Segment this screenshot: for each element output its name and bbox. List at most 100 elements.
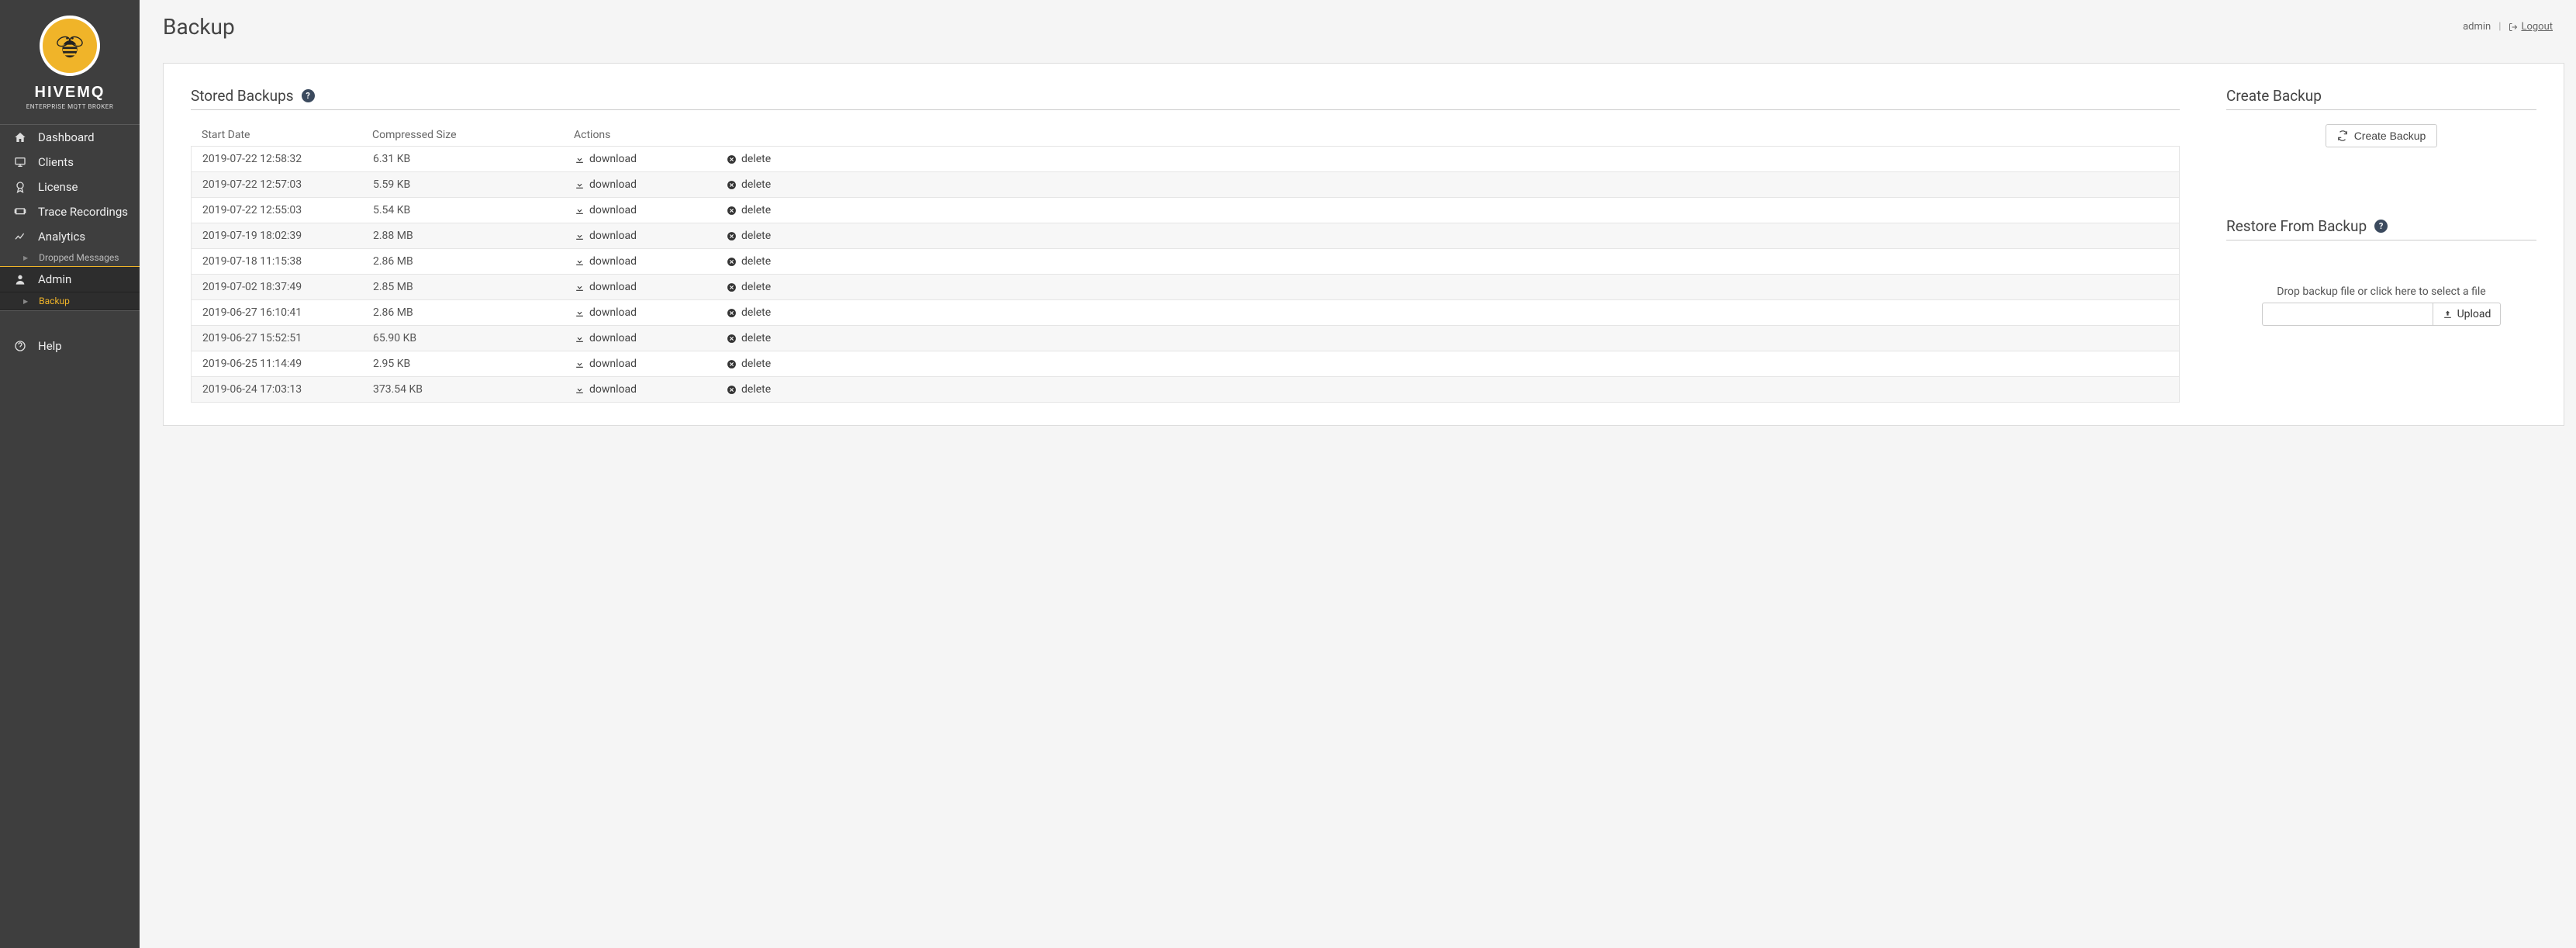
download-action[interactable]: download [575, 230, 727, 242]
table-row: 2019-06-24 17:03:13373.54 KBdownloaddele… [191, 376, 2180, 403]
delete-action[interactable]: delete [727, 383, 771, 396]
delete-icon [727, 282, 737, 292]
delete-icon [727, 206, 737, 216]
cell-date: 2019-07-18 11:15:38 [202, 255, 373, 268]
sidebar-sub-label: Dropped Messages [39, 252, 119, 263]
download-action[interactable]: download [575, 358, 727, 370]
action-label: download [589, 230, 637, 242]
delete-action[interactable]: delete [727, 358, 771, 370]
download-icon [575, 385, 585, 395]
monitor-icon [12, 156, 29, 168]
sidebar-item-admin[interactable]: Admin [0, 266, 140, 292]
delete-action[interactable]: delete [727, 332, 771, 344]
download-icon [575, 154, 585, 164]
delete-action[interactable]: delete [727, 230, 771, 242]
action-label: delete [741, 383, 771, 396]
sidebar-item-license[interactable]: License [0, 175, 140, 199]
sidebar-item-help[interactable]: Help [0, 334, 140, 358]
action-label: delete [741, 281, 771, 293]
table-row: 2019-06-27 15:52:5165.90 KBdownloaddelet… [191, 325, 2180, 351]
action-label: download [589, 358, 637, 370]
help-badge-icon[interactable]: ? [2374, 220, 2388, 233]
stored-backups-title: Stored Backups ? [191, 87, 2180, 110]
action-label: download [589, 178, 637, 191]
delete-action[interactable]: delete [727, 255, 771, 268]
header: Backup admin | Logout [140, 0, 2576, 63]
create-backup-button[interactable]: Create Backup [2326, 124, 2438, 147]
action-label: download [589, 255, 637, 268]
table-row: 2019-07-22 12:55:035.54 KBdownloaddelete [191, 197, 2180, 223]
download-action[interactable]: download [575, 204, 727, 216]
action-label: delete [741, 255, 771, 268]
sidebar: HIVEMQ ENTERPRISE MQTT BROKER Dashboard … [0, 0, 140, 948]
action-label: download [589, 281, 637, 293]
brand-subtitle: ENTERPRISE MQTT BROKER [8, 103, 132, 110]
sidebar-item-label: Admin [38, 272, 71, 286]
brand-name: HIVEMQ [8, 84, 132, 102]
delete-icon [727, 154, 737, 164]
table-row: 2019-07-22 12:57:035.59 KB download delete [191, 171, 2180, 198]
upload-button[interactable]: Upload [2433, 303, 2502, 326]
main: Backup admin | Logout Stored Backups ? S… [140, 0, 2576, 948]
table-row: 2019-07-18 11:15:382.86 MB download delete [191, 248, 2180, 275]
section-title-text: Create Backup [2226, 87, 2322, 105]
sidebar-sub-dropped-messages[interactable]: ▶ Dropped Messages [0, 249, 140, 266]
table-row: 2019-07-19 18:02:392.88 MBdownloaddelete [191, 223, 2180, 249]
sidebar-sub-backup[interactable]: ▶ Backup [0, 292, 140, 310]
download-action[interactable]: download [575, 178, 727, 191]
delete-icon [727, 257, 737, 267]
refresh-icon [2337, 130, 2348, 141]
download-action[interactable]: download [575, 255, 727, 268]
cell-size: 5.59 KB [373, 178, 575, 191]
action-label: download [589, 306, 637, 319]
sidebar-sub-label: Backup [39, 296, 70, 306]
action-label: delete [741, 153, 771, 165]
download-icon [575, 359, 585, 369]
sidebar-item-clients[interactable]: Clients [0, 150, 140, 175]
download-action[interactable]: download [575, 281, 727, 293]
delete-action[interactable]: delete [727, 178, 771, 191]
sidebar-item-label: Trace Recordings [38, 205, 128, 219]
download-action[interactable]: download [575, 153, 727, 165]
action-label: download [589, 153, 637, 165]
cell-date: 2019-07-22 12:57:03 [202, 178, 373, 191]
restore-drop-hint: Drop backup file or click here to select… [2226, 285, 2536, 298]
divider: | [2498, 21, 2501, 33]
table-row: 2019-06-27 16:10:412.86 MBdownloaddelete [191, 299, 2180, 326]
upload-file-input[interactable] [2262, 303, 2433, 326]
sidebar-item-dashboard[interactable]: Dashboard [0, 125, 140, 150]
action-label: delete [741, 230, 771, 242]
button-label: Upload [2457, 308, 2491, 320]
badge-icon [12, 181, 29, 193]
cell-size: 2.86 MB [373, 255, 575, 268]
action-label: download [589, 332, 637, 344]
help-badge-icon[interactable]: ? [302, 89, 315, 102]
table-row: 2019-07-02 18:37:492.85 MBdownloaddelete [191, 274, 2180, 300]
cell-size: 6.31 KB [373, 153, 575, 165]
sidebar-item-analytics[interactable]: Analytics [0, 224, 140, 249]
action-label: delete [741, 306, 771, 319]
page-title: Backup [163, 14, 235, 40]
action-label: delete [741, 332, 771, 344]
download-action[interactable]: download [575, 306, 727, 319]
delete-icon [727, 334, 737, 344]
delete-action[interactable]: delete [727, 306, 771, 319]
help-icon [12, 340, 29, 352]
col-header-date: Start Date [202, 129, 372, 141]
sidebar-item-label: Help [38, 339, 62, 353]
download-icon [575, 334, 585, 344]
delete-action[interactable]: delete [727, 204, 771, 216]
download-action[interactable]: download [575, 383, 727, 396]
delete-action[interactable]: delete [727, 281, 771, 293]
delete-icon [727, 231, 737, 241]
sidebar-item-trace-recordings[interactable]: Trace Recordings [0, 199, 140, 224]
restore-title: Restore From Backup ? [2226, 217, 2536, 240]
col-header-size: Compressed Size [372, 129, 574, 141]
col-header-actions: Actions [574, 129, 2169, 141]
backup-rows: 2019-07-22 12:58:326.31 KBdownloaddelete… [191, 146, 2180, 403]
current-user: admin [2463, 21, 2491, 33]
logout-link[interactable]: Logout [2509, 21, 2553, 33]
download-action[interactable]: download [575, 332, 727, 344]
content-panel: Stored Backups ? Start Date Compressed S… [163, 63, 2564, 426]
delete-action[interactable]: delete [727, 153, 771, 165]
